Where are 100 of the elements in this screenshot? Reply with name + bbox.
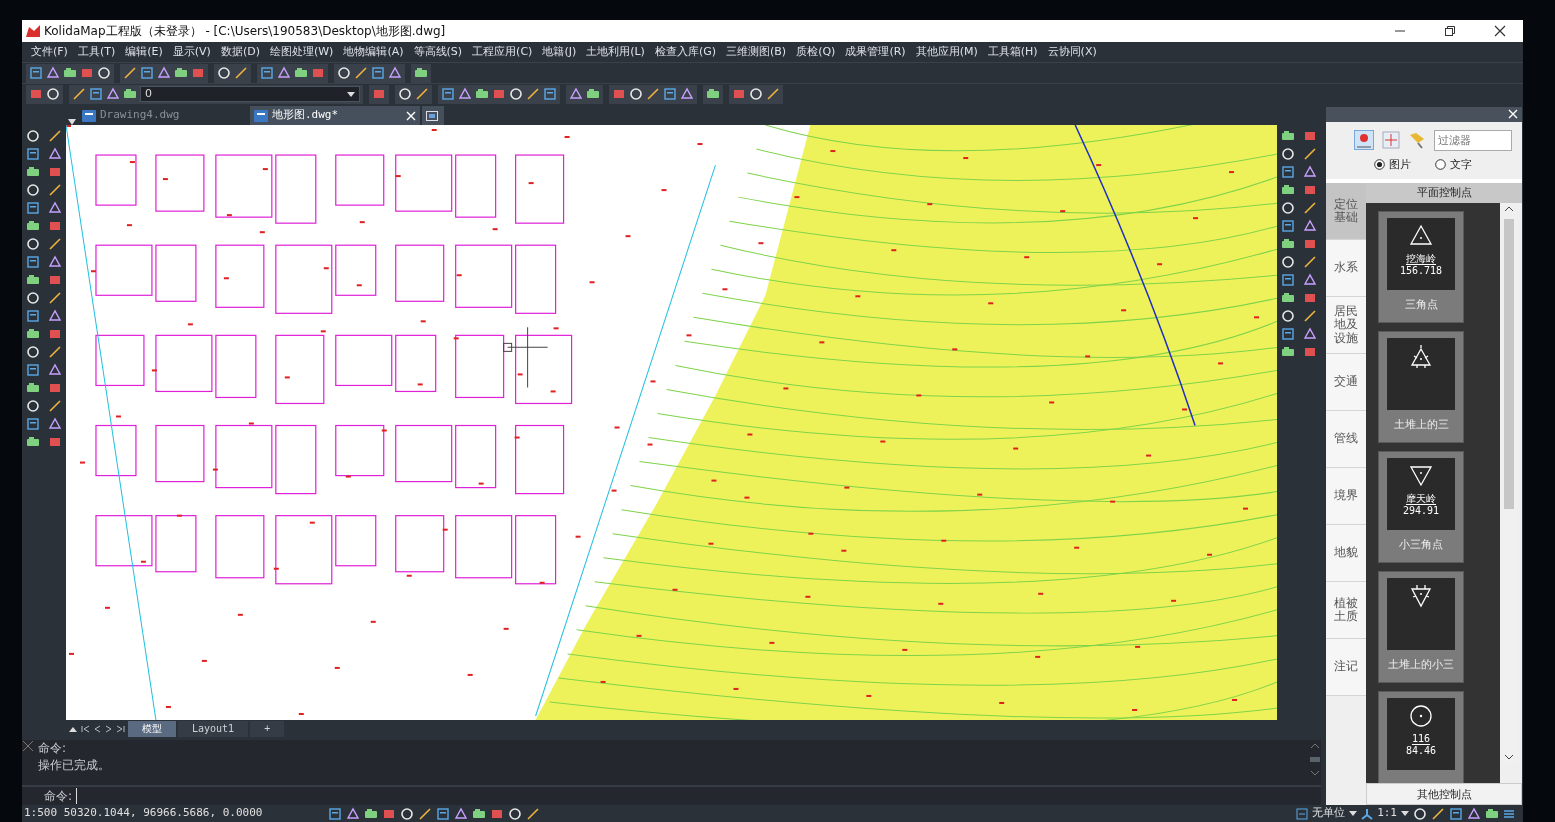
circle-icon[interactable] bbox=[26, 345, 40, 359]
category-tab[interactable]: 境界 bbox=[1326, 468, 1366, 526]
brush-icon[interactable] bbox=[1408, 131, 1426, 150]
folder-icon[interactable] bbox=[414, 66, 428, 80]
menu-item[interactable]: 土地利用(L) bbox=[581, 43, 650, 61]
folder-icon[interactable] bbox=[1281, 291, 1295, 305]
circle-icon[interactable] bbox=[26, 129, 40, 143]
menu-item[interactable]: 检查入库(G) bbox=[649, 43, 722, 61]
category-tab[interactable]: 交通 bbox=[1326, 354, 1366, 412]
line-icon[interactable] bbox=[766, 87, 780, 101]
close-icon[interactable] bbox=[22, 740, 34, 752]
line-icon[interactable] bbox=[48, 183, 62, 197]
line-icon[interactable] bbox=[1303, 147, 1317, 161]
previous-icon[interactable] bbox=[92, 723, 102, 734]
category-tab[interactable]: 水系 bbox=[1326, 240, 1366, 298]
triangle-icon[interactable] bbox=[48, 363, 62, 377]
triangle-icon[interactable] bbox=[458, 87, 472, 101]
symbol-card[interactable]: 挖海岭 156.718 三角点 bbox=[1378, 211, 1464, 324]
square-icon[interactable] bbox=[191, 66, 205, 80]
folder-icon[interactable] bbox=[63, 66, 77, 80]
menu-item[interactable]: 其他应用(M) bbox=[910, 43, 983, 61]
circle-icon[interactable] bbox=[398, 87, 412, 101]
category-tab[interactable]: 定位基础 bbox=[1326, 183, 1366, 241]
circle-icon[interactable] bbox=[26, 183, 40, 197]
display-mode-radio[interactable]: 图片 bbox=[1374, 156, 1411, 174]
circle-icon[interactable] bbox=[1413, 806, 1427, 821]
menu-item[interactable]: 工具箱(H) bbox=[982, 43, 1043, 61]
panel-icon[interactable] bbox=[1281, 273, 1295, 287]
line-icon[interactable] bbox=[48, 291, 62, 305]
panel-icon[interactable] bbox=[663, 87, 677, 101]
line-icon[interactable] bbox=[415, 87, 429, 101]
menu-item[interactable]: 文件(F) bbox=[26, 43, 73, 61]
last-icon[interactable] bbox=[116, 723, 126, 734]
square-icon[interactable] bbox=[311, 66, 325, 80]
line-icon[interactable] bbox=[1303, 201, 1317, 215]
folder-icon[interactable] bbox=[26, 327, 40, 341]
menu-item[interactable]: 地籍(J) bbox=[537, 43, 582, 61]
square-icon[interactable] bbox=[1303, 129, 1317, 143]
triangle-icon[interactable] bbox=[106, 87, 120, 101]
triangle-icon[interactable] bbox=[48, 309, 62, 323]
panel-icon[interactable] bbox=[26, 363, 40, 377]
line-icon[interactable] bbox=[48, 237, 62, 251]
circle-icon[interactable] bbox=[629, 87, 643, 101]
folder-icon[interactable] bbox=[1281, 237, 1295, 251]
line-icon[interactable] bbox=[48, 399, 62, 413]
triangle-icon[interactable] bbox=[388, 66, 402, 80]
folder-icon[interactable] bbox=[475, 87, 489, 101]
first-icon[interactable] bbox=[80, 723, 90, 734]
folder-icon[interactable] bbox=[364, 806, 378, 821]
layer-dropdown[interactable]: 0 bbox=[140, 86, 360, 102]
triangle-icon[interactable] bbox=[277, 66, 291, 80]
line-icon[interactable] bbox=[646, 87, 660, 101]
menu-item[interactable]: 等高线(S) bbox=[408, 43, 468, 61]
triangle-icon[interactable] bbox=[1303, 273, 1317, 287]
menu-item[interactable]: 绘图处理(W) bbox=[264, 43, 339, 61]
square-icon[interactable] bbox=[48, 273, 62, 287]
menu-item[interactable]: 工具(T) bbox=[72, 43, 121, 61]
new-tab-button[interactable] bbox=[422, 106, 444, 125]
square-icon[interactable] bbox=[1303, 345, 1317, 359]
circle-icon[interactable] bbox=[1281, 255, 1295, 269]
line-icon[interactable] bbox=[48, 129, 62, 143]
square-icon[interactable] bbox=[48, 381, 62, 395]
triangle-icon[interactable] bbox=[680, 87, 694, 101]
circle-icon[interactable] bbox=[26, 291, 40, 305]
triangle-icon[interactable] bbox=[1303, 327, 1317, 341]
line-icon[interactable] bbox=[354, 66, 368, 80]
panel-icon[interactable] bbox=[328, 806, 342, 821]
square-icon[interactable] bbox=[1303, 237, 1317, 251]
line-icon[interactable] bbox=[526, 87, 540, 101]
triangle-icon[interactable] bbox=[569, 87, 583, 101]
triangle-icon[interactable] bbox=[346, 806, 360, 821]
panel-icon[interactable] bbox=[543, 87, 557, 101]
folder-icon[interactable] bbox=[294, 66, 308, 80]
symbol-card[interactable]: 116 84.46 bbox=[1378, 691, 1464, 783]
add-layout-button[interactable]: + bbox=[250, 720, 285, 737]
menu-item[interactable]: 质检(Q) bbox=[791, 43, 841, 61]
panel-icon[interactable] bbox=[26, 147, 40, 161]
line-icon[interactable] bbox=[1303, 255, 1317, 269]
filter-field[interactable]: 过滤器 bbox=[1434, 129, 1512, 151]
menu-item[interactable]: 工程应用(C) bbox=[467, 43, 538, 61]
menu-icon[interactable] bbox=[1503, 807, 1515, 820]
panel-icon[interactable] bbox=[26, 417, 40, 431]
category-tab[interactable]: 居民地及设施 bbox=[1326, 297, 1366, 355]
circle-icon[interactable] bbox=[337, 66, 351, 80]
next-icon[interactable] bbox=[104, 723, 114, 734]
panel-icon[interactable] bbox=[441, 87, 455, 101]
triangle-icon[interactable] bbox=[454, 806, 468, 821]
triangle-icon[interactable] bbox=[46, 66, 60, 80]
circle-icon[interactable] bbox=[1281, 201, 1295, 215]
panel-icon[interactable] bbox=[1281, 327, 1295, 341]
menu-item[interactable]: 三维测图(B) bbox=[721, 43, 792, 61]
folder-icon[interactable] bbox=[1281, 345, 1295, 359]
folder-icon[interactable] bbox=[123, 87, 137, 101]
folder-icon[interactable] bbox=[706, 87, 720, 101]
document-tab[interactable]: 地形图.dwg* bbox=[250, 106, 420, 125]
scale-dropdown[interactable]: 1:1 bbox=[1377, 805, 1397, 822]
category-tab[interactable]: 植被土质 bbox=[1326, 582, 1366, 640]
category-tab[interactable]: 注记 bbox=[1326, 639, 1366, 697]
group-header[interactable]: 其他控制点 bbox=[1366, 783, 1522, 805]
square-icon[interactable] bbox=[1303, 183, 1317, 197]
